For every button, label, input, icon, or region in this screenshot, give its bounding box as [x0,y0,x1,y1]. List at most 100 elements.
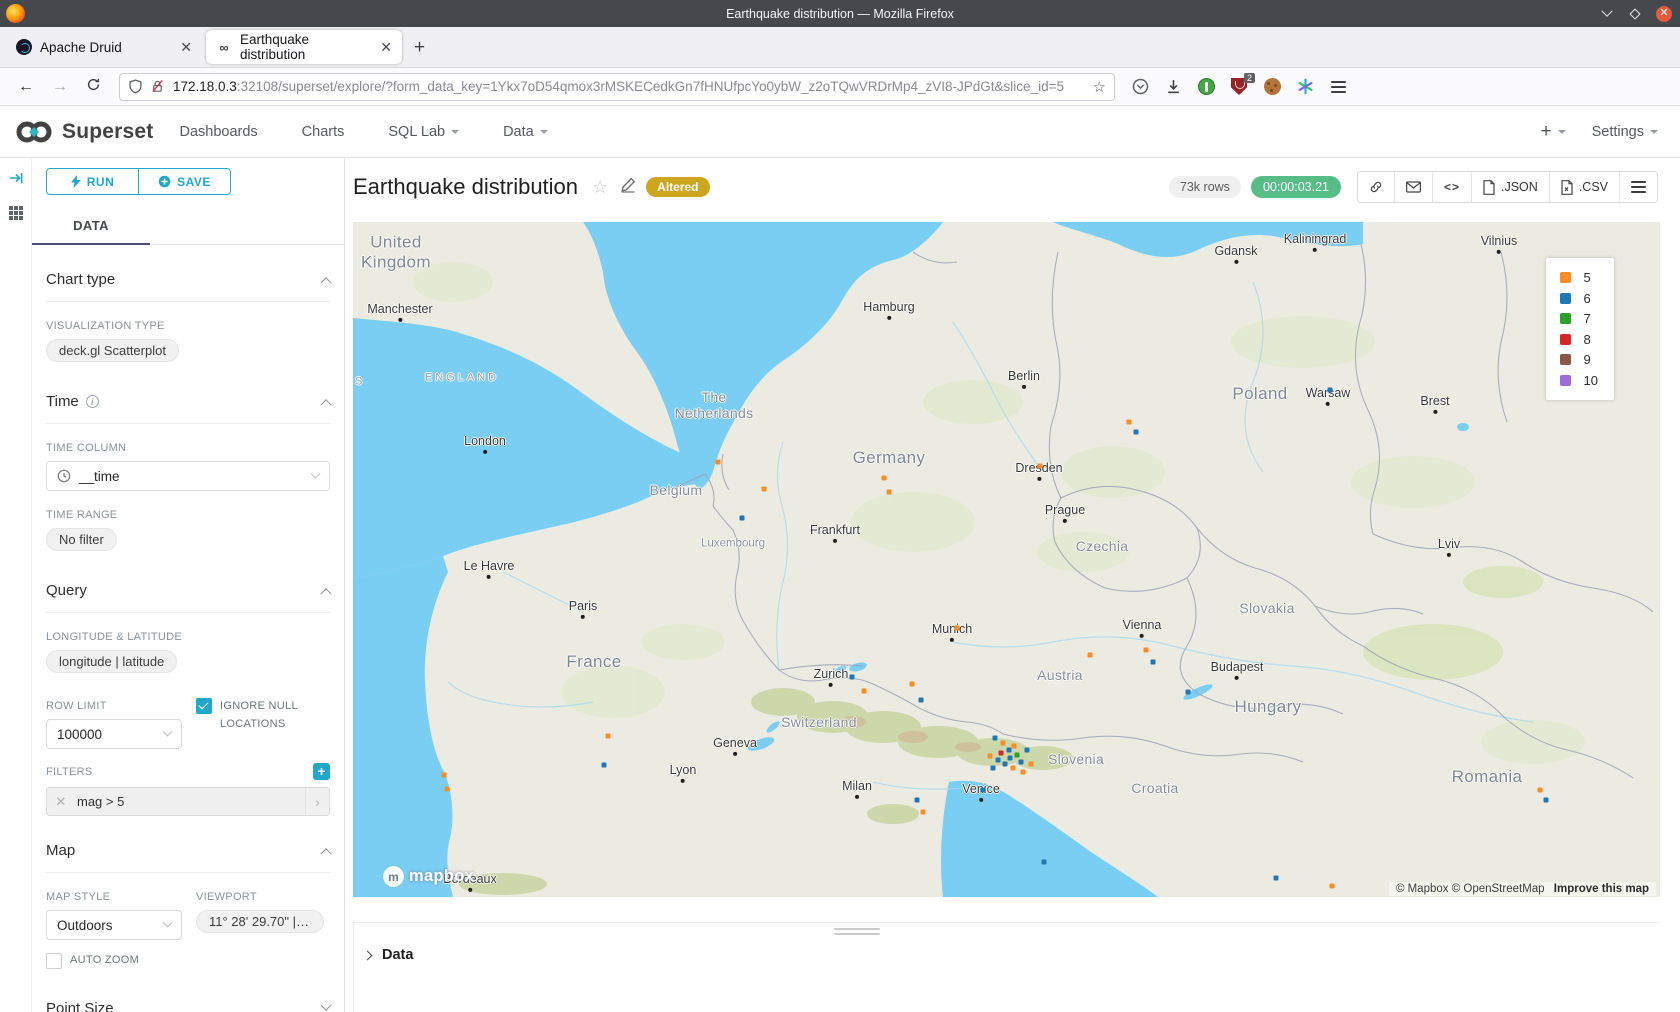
earthquake-point[interactable] [955,626,960,631]
earthquake-point[interactable] [882,476,887,481]
chart-menu-button[interactable] [1619,172,1657,202]
earthquake-point[interactable] [887,490,892,495]
window-close-button[interactable]: ✕ [1656,6,1672,22]
nav-item-charts[interactable]: Charts [302,124,345,140]
lock-disabled-icon[interactable] [150,79,165,94]
remove-filter-icon[interactable]: ✕ [47,788,75,815]
earthquake-point[interactable] [1003,762,1008,767]
earthquake-point[interactable] [981,788,986,793]
menu-icon[interactable] [1329,78,1347,96]
tab-apache-druid[interactable]: Apache Druid ✕ [6,30,202,64]
earthquake-point[interactable] [1127,420,1132,425]
earthquake-point[interactable] [740,516,745,521]
earthquake-point[interactable] [1025,748,1030,753]
earthquake-point[interactable] [1008,756,1013,761]
mapbox-logo[interactable]: m mapbox [383,866,474,887]
earthquake-point[interactable] [1007,748,1012,753]
section-map[interactable]: Map [46,842,330,873]
viz-type-value[interactable]: deck.gl Scatterplot [46,339,179,362]
earthquake-point[interactable] [862,689,867,694]
export-json-button[interactable]: .JSON [1471,172,1549,202]
shield-icon[interactable] [128,79,143,94]
earthquake-point[interactable] [1186,690,1191,695]
deckgl-scatterplot-map[interactable]: United KingdomGermanyFrancePolandHungary… [353,222,1660,897]
lonlat-value[interactable]: longitude | latitude [46,650,177,673]
earthquake-point[interactable] [988,754,993,759]
copy-link-button[interactable] [1358,172,1394,202]
data-pane-header[interactable]: Data [354,923,1660,963]
new-item-button[interactable]: + [1540,121,1565,143]
superset-logo[interactable]: Superset [14,119,153,145]
earthquake-point[interactable] [915,798,920,803]
earthquake-point[interactable] [910,682,915,687]
earthquake-point[interactable] [445,787,450,792]
nav-item-sql-lab[interactable]: SQL Lab [388,124,459,140]
email-button[interactable] [1394,172,1432,202]
nav-item-dashboards[interactable]: Dashboards [179,124,257,140]
map-style-select[interactable]: Outdoors [46,910,182,940]
earthquake-point[interactable] [919,698,924,703]
new-tab-button[interactable]: + [414,37,425,59]
earthquake-point[interactable] [1328,388,1333,393]
earthquake-point[interactable] [1021,770,1026,775]
earthquake-point[interactable] [1330,884,1335,889]
earthquake-point[interactable] [1001,741,1006,746]
earthquake-point[interactable] [1029,762,1034,767]
earthquake-point[interactable] [996,758,1001,763]
earthquake-point[interactable] [921,810,926,815]
favorite-star-icon[interactable]: ☆ [592,177,608,198]
embed-code-button[interactable]: <> [1432,172,1471,202]
run-button[interactable]: RUN [46,168,139,195]
earthquake-point[interactable] [716,460,721,465]
tab-earthquake-distribution[interactable]: ∞ Earthquake distribution ✕ [206,30,402,64]
earthquake-point[interactable] [442,773,447,778]
tab-close-icon[interactable]: ✕ [180,39,192,56]
edit-title-icon[interactable] [620,177,636,198]
add-filter-button[interactable]: + [313,763,330,780]
forward-button[interactable]: → [52,78,68,96]
privacy-badger-icon[interactable] [1197,78,1215,96]
earthquake-point[interactable] [1019,760,1024,765]
earthquake-point[interactable] [606,734,611,739]
bookmark-star-icon[interactable]: ☆ [1093,78,1106,96]
earthquake-point[interactable] [1544,798,1549,803]
reload-button[interactable] [86,77,101,97]
earthquake-point[interactable] [1012,744,1017,749]
filter-expand-icon[interactable]: › [305,788,329,815]
altered-badge[interactable]: Altered [646,177,709,197]
pocket-icon[interactable] [1131,78,1149,96]
ignore-null-checkbox[interactable] [196,698,212,714]
export-csv-button[interactable]: .CSV [1549,172,1619,202]
earthquake-point[interactable] [1151,660,1156,665]
auto-zoom-checkbox[interactable] [46,953,62,969]
earthquake-point[interactable] [1538,788,1543,793]
earthquake-point[interactable] [1274,876,1279,881]
earthquake-point[interactable] [1088,653,1093,658]
earthquake-point[interactable] [1134,430,1139,435]
earthquake-point[interactable] [1144,648,1149,653]
ublock-icon[interactable]: 2 [1230,78,1248,96]
section-time[interactable]: Time i [46,393,330,424]
earthquake-point[interactable] [999,751,1004,756]
cookie-extension-icon[interactable] [1263,78,1281,96]
earthquake-point[interactable] [1011,766,1016,771]
window-minimize-button[interactable] [1600,7,1614,21]
section-point-size[interactable]: Point Size [46,1000,330,1012]
row-limit-select[interactable]: 100000 [46,719,182,749]
colorful-extension-icon[interactable] [1296,78,1314,96]
viewport-value[interactable]: 11° 28' 29.70" | 50... [196,910,324,933]
tab-data[interactable]: DATA [32,209,150,245]
resize-handle[interactable] [834,928,880,938]
earthquake-point[interactable] [1038,464,1043,469]
time-column-select[interactable]: __time [46,461,330,491]
expand-datasource-icon[interactable] [8,170,24,191]
section-query[interactable]: Query [46,582,330,613]
earthquake-point[interactable] [602,763,607,768]
tab-close-icon[interactable]: ✕ [380,39,392,56]
earthquake-point[interactable] [1015,753,1020,758]
datasource-grid-icon[interactable] [8,205,24,226]
time-range-value[interactable]: No filter [46,528,117,551]
earthquake-point[interactable] [991,766,996,771]
back-button[interactable]: ← [18,78,34,96]
url-bar[interactable]: 172.18.0.3 :32108/superset/explore/?form… [119,73,1115,101]
